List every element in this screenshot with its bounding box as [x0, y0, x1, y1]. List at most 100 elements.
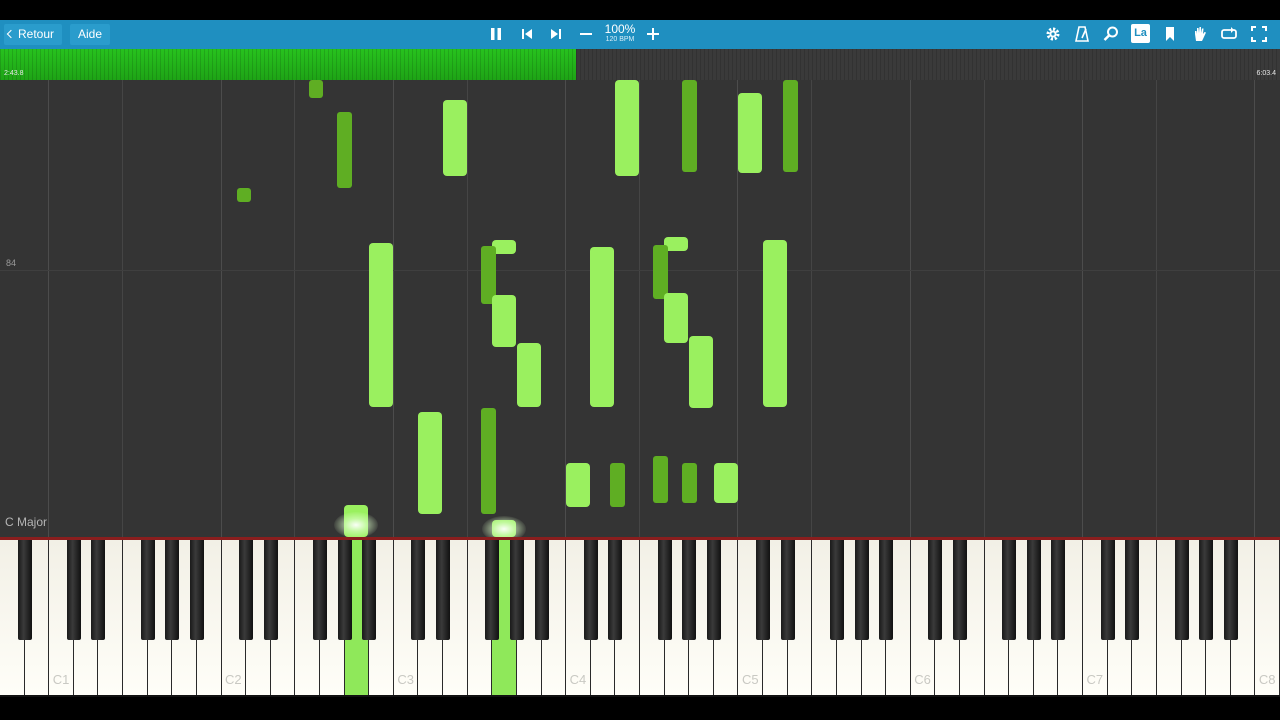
magnifier-icon[interactable]: [1100, 23, 1122, 45]
black-key[interactable]: [534, 540, 549, 640]
note-left-hand: [443, 100, 467, 176]
key-hit-glow: [482, 516, 526, 537]
piano-keyboard[interactable]: C1 C2 C3 C4 C5 C6 C7 C8: [0, 537, 1280, 697]
note-right-hand: [682, 463, 697, 503]
fullscreen-icon[interactable]: [1248, 23, 1270, 45]
black-key[interactable]: [362, 540, 377, 640]
black-key[interactable]: [189, 540, 204, 640]
grid-line: [48, 80, 50, 537]
key-hit-glow: [334, 512, 378, 537]
black-key[interactable]: [1051, 540, 1066, 640]
octave-label: C4: [569, 672, 587, 687]
note-right-hand: [653, 456, 668, 503]
octave-label: C7: [1086, 672, 1104, 687]
black-key[interactable]: [583, 540, 598, 640]
note-left-hand: [664, 293, 688, 343]
skip-back-icon[interactable]: [516, 23, 538, 45]
note-left-hand: [615, 80, 639, 176]
black-key[interactable]: [854, 540, 869, 640]
note-left-hand: [714, 463, 738, 503]
grid-line: [294, 80, 296, 537]
note-left-hand: [738, 93, 762, 173]
letterbox-bottom: [0, 697, 1280, 720]
note-right-hand: [610, 463, 625, 507]
black-key[interactable]: [1100, 540, 1115, 640]
metronome-icon[interactable]: [1071, 23, 1093, 45]
black-key[interactable]: [1002, 540, 1017, 640]
black-key[interactable]: [608, 540, 623, 640]
black-key[interactable]: [1199, 540, 1214, 640]
black-key[interactable]: [1223, 540, 1238, 640]
tempo-bpm: 120 BPM: [605, 36, 635, 43]
black-key[interactable]: [706, 540, 721, 640]
progress-ticks: [0, 49, 1280, 80]
black-key[interactable]: [165, 540, 180, 640]
elapsed-time: 2:43.8: [4, 70, 24, 77]
black-key[interactable]: [263, 540, 278, 640]
note-left-hand: [492, 295, 516, 347]
total-time: 6:03.4: [1256, 70, 1276, 77]
grid-line: [909, 80, 911, 537]
black-key[interactable]: [1174, 540, 1189, 640]
speed-indicator[interactable]: 100% 120 BPM: [598, 23, 642, 44]
white-key[interactable]: C8: [1255, 540, 1280, 695]
black-key[interactable]: [928, 540, 943, 640]
black-key[interactable]: [756, 540, 771, 640]
minus-icon[interactable]: [575, 23, 597, 45]
black-key[interactable]: [829, 540, 844, 640]
note-left-hand: [418, 412, 442, 514]
gear-icon[interactable]: [1042, 23, 1064, 45]
black-key[interactable]: [436, 540, 451, 640]
octave-label: C1: [52, 672, 70, 687]
grid-line: [1155, 80, 1157, 537]
black-key[interactable]: [1026, 540, 1041, 640]
grid-line: [983, 80, 985, 537]
measure-line: [0, 270, 1280, 271]
loop-icon[interactable]: [1218, 23, 1240, 45]
black-key[interactable]: [91, 540, 106, 640]
black-key[interactable]: [66, 540, 81, 640]
hand-icon[interactable]: [1189, 23, 1211, 45]
grid-line: [1254, 80, 1256, 537]
black-key[interactable]: [239, 540, 254, 640]
black-key[interactable]: [682, 540, 697, 640]
note-left-hand: [566, 463, 590, 507]
note-right-hand: [309, 80, 323, 98]
note-left-hand: [369, 243, 393, 407]
help-button[interactable]: Aide: [70, 24, 111, 45]
black-key[interactable]: [313, 540, 327, 640]
note-right-hand: [337, 112, 352, 188]
black-key[interactable]: [337, 540, 352, 640]
bookmark-icon[interactable]: [1159, 23, 1181, 45]
song-progress-bar[interactable]: 2:43.8 6:03.4: [0, 49, 1280, 80]
black-key[interactable]: [411, 540, 426, 640]
grid-line: [811, 80, 813, 537]
speed-percent: 100%: [604, 22, 636, 36]
note-right-hand: [653, 245, 668, 299]
black-key[interactable]: [780, 540, 795, 640]
octave-label: C8: [1258, 672, 1276, 687]
octave-label: C3: [397, 672, 414, 687]
black-key[interactable]: [140, 540, 155, 640]
black-key[interactable]: [485, 540, 500, 640]
black-key[interactable]: [879, 540, 894, 640]
black-key[interactable]: [657, 540, 672, 640]
label-icon[interactable]: La: [1131, 24, 1150, 43]
octave-label: C5: [741, 672, 759, 687]
black-key[interactable]: [509, 540, 524, 640]
octave-label: C6: [914, 672, 931, 687]
back-button[interactable]: Retour: [4, 24, 63, 45]
toolbar: Retour Aide 100% 120 BPM La: [0, 20, 1280, 49]
grid-line: [122, 80, 124, 537]
pause-icon[interactable]: [485, 23, 507, 45]
note-right-hand: [237, 188, 251, 202]
black-key[interactable]: [17, 540, 32, 640]
note-left-hand: [689, 336, 713, 408]
skip-forward-icon[interactable]: [545, 23, 567, 45]
note-right-hand: [481, 408, 496, 514]
note-right-hand: [682, 80, 697, 172]
key-signature: C Major: [5, 515, 48, 529]
black-key[interactable]: [1125, 540, 1140, 640]
plus-icon[interactable]: [642, 23, 664, 45]
black-key[interactable]: [953, 540, 967, 640]
